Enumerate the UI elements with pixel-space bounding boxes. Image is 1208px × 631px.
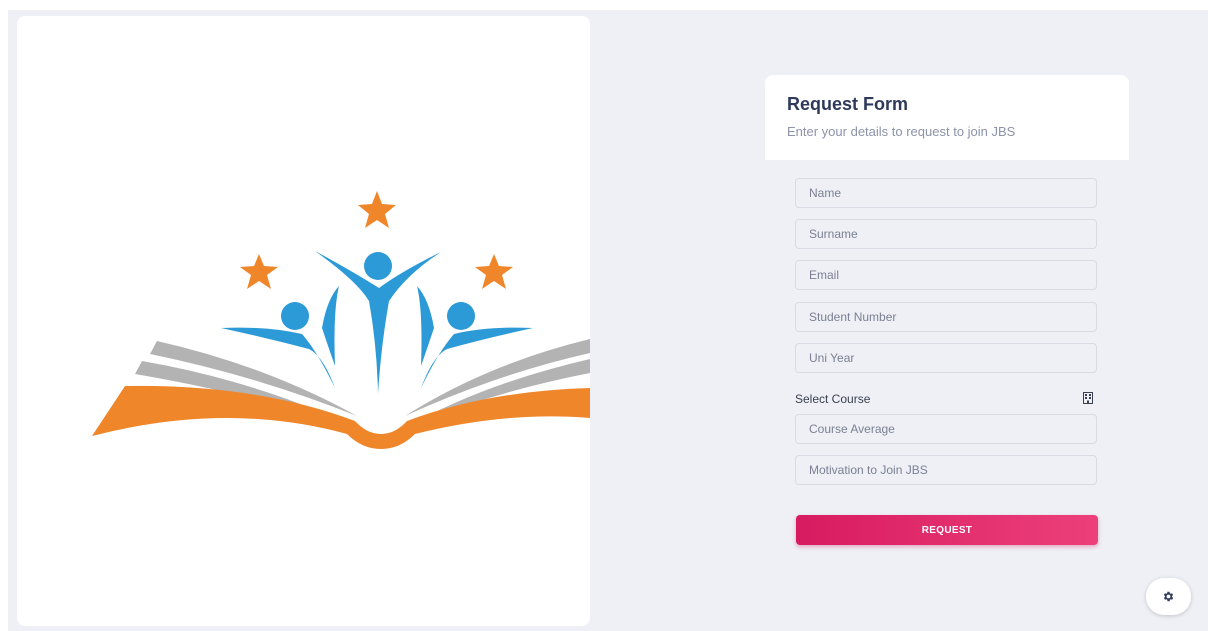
course-average-input[interactable] (795, 414, 1097, 444)
form-header-card: Request Form Enter your details to reque… (765, 75, 1129, 160)
name-input[interactable] (795, 178, 1097, 208)
select-course-dropdown[interactable]: Select Course (795, 391, 1097, 407)
form-title: Request Form (787, 94, 909, 114)
figure-head-right (447, 302, 475, 330)
school-logo (92, 191, 590, 449)
uni-year-input[interactable] (795, 343, 1097, 373)
gear-icon (1163, 591, 1174, 602)
star-right (475, 254, 513, 289)
select-course-label: Select Course (795, 392, 871, 406)
building-icon (1083, 392, 1093, 404)
settings-button[interactable] (1146, 578, 1191, 615)
book-cover (92, 385, 590, 449)
figure-head-left (281, 302, 309, 330)
figure-head-center (364, 252, 392, 280)
student-number-input[interactable] (795, 302, 1097, 332)
star-top (358, 191, 396, 228)
figure-arm-right (417, 286, 434, 366)
motivation-input[interactable] (795, 455, 1097, 485)
request-button[interactable]: REQUEST (796, 515, 1098, 545)
form-subtitle: Enter your details to request to join JB… (787, 124, 1016, 139)
logo-panel (17, 16, 590, 626)
surname-input[interactable] (795, 219, 1097, 249)
figure-arm-left (322, 286, 339, 366)
email-input[interactable] (795, 260, 1097, 290)
star-left (240, 254, 278, 289)
